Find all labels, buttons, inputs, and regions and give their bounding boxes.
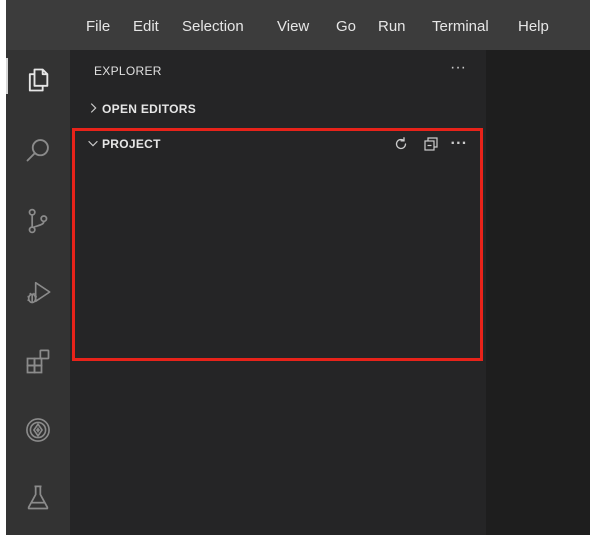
project-header[interactable]: PROJECT ··· xyxy=(70,132,486,156)
remote-explorer-icon[interactable] xyxy=(6,400,70,460)
menu-view[interactable]: View xyxy=(277,17,309,37)
menu-edit[interactable]: Edit xyxy=(133,17,159,37)
menu-selection[interactable]: Selection xyxy=(182,17,244,37)
open-editors-label: OPEN EDITORS xyxy=(102,102,197,116)
menu-go[interactable]: Go xyxy=(336,17,356,37)
activity-bar xyxy=(6,50,70,535)
open-editors-header[interactable]: OPEN EDITORS xyxy=(70,97,486,121)
menu-file[interactable]: File xyxy=(86,17,110,37)
project-label: PROJECT xyxy=(102,137,161,151)
menu-run[interactable]: Run xyxy=(378,17,406,37)
menu-terminal[interactable]: Terminal xyxy=(432,17,489,37)
source-control-icon[interactable] xyxy=(6,191,70,251)
run-debug-icon[interactable] xyxy=(6,262,70,322)
chevron-right-icon xyxy=(90,103,97,113)
menu-help[interactable]: Help xyxy=(518,17,549,37)
explorer-more-actions[interactable]: ··· xyxy=(446,58,470,78)
explorer-sidebar: EXPLORER ··· OPEN EDITORS PROJECT ··· xyxy=(70,50,486,535)
more-actions-icon[interactable]: ··· xyxy=(448,134,470,154)
vscode-window: File Edit Selection View Go Run Terminal… xyxy=(6,0,590,535)
collapse-all-icon[interactable] xyxy=(420,134,442,154)
chevron-down-icon xyxy=(88,140,98,147)
sidebar-title: EXPLORER xyxy=(94,64,162,78)
extensions-icon[interactable] xyxy=(6,332,70,392)
refresh-icon[interactable] xyxy=(390,134,412,154)
menu-bar: File Edit Selection View Go Run Terminal… xyxy=(6,0,590,50)
explorer-icon[interactable] xyxy=(6,50,70,110)
editor-area xyxy=(486,50,590,535)
testing-icon[interactable] xyxy=(6,468,70,528)
search-icon[interactable] xyxy=(6,120,70,180)
